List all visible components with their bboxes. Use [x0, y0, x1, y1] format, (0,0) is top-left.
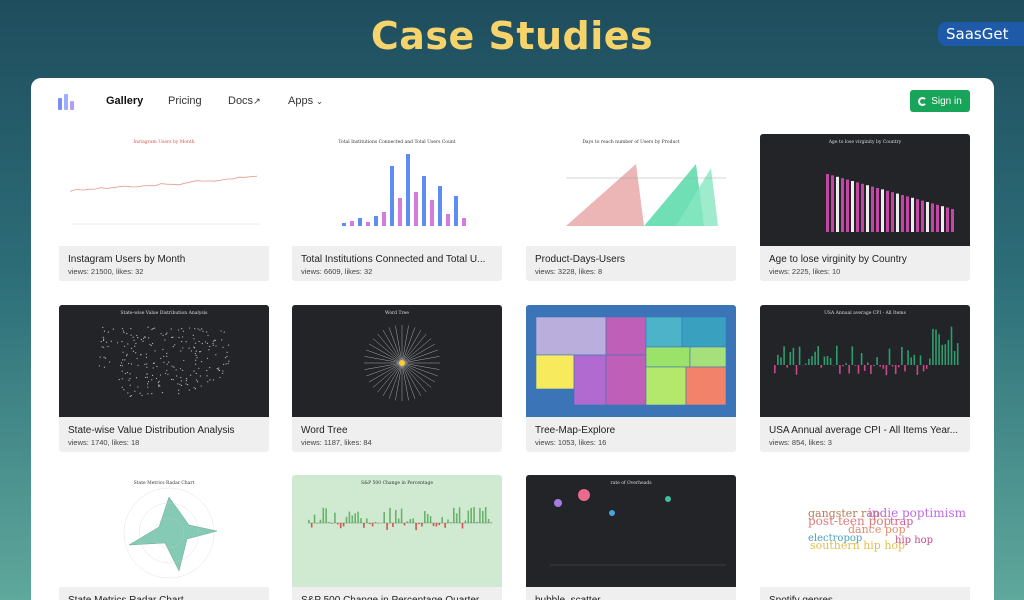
gallery-card[interactable]: Word Tree Word Tree views: 1187, likes: 84: [292, 305, 502, 452]
signin-button[interactable]: Sign in: [910, 90, 970, 112]
card-thumbnail: Word Tree: [292, 305, 502, 417]
svg-text:Total Institutions Connected a: Total Institutions Connected and Total U…: [338, 139, 455, 145]
card-title: State Metrics Radar Chart: [68, 595, 260, 600]
card-title: Instagram Users by Month: [68, 254, 186, 265]
card-thumbnail: Days to reach number of Users by Product: [526, 134, 736, 246]
svg-text:State Metrics Radar Chart: State Metrics Radar Chart: [134, 480, 195, 486]
card-title: USA Annual average CPI - All Items Year.…: [769, 425, 958, 436]
card-title: bubble_scatter: [535, 595, 727, 600]
svg-text:S&P 500 Change in Percentage: S&P 500 Change in Percentage: [361, 480, 433, 486]
card-thumbnail: State-wise Value Distribution Analysis: [59, 305, 269, 417]
card-thumbnail: USA Annual average CPI - All Items: [760, 305, 970, 417]
card-title: Spotify genres: [769, 595, 961, 600]
nav-pricing[interactable]: Pricing: [168, 95, 202, 107]
gallery-card[interactable]: Days to reach number of Users by Product…: [526, 134, 736, 281]
card-title: Total Institutions Connected and Total U…: [301, 254, 486, 265]
card-meta: views: 854, likes: 3: [769, 438, 832, 447]
external-link-icon: ↗: [253, 96, 261, 106]
card-thumbnail: Total Institutions Connected and Total U…: [292, 134, 502, 246]
word-cloud-word: hip hop: [895, 535, 933, 546]
card-thumbnail: Age to lose virginity by Country: [760, 134, 970, 246]
card-thumbnail: Instagram Users by Month: [59, 134, 269, 246]
google-icon: [918, 96, 928, 106]
gallery-card[interactable]: S&P 500 Change in Percentage S&P 500 Chan…: [292, 475, 502, 600]
gallery-card[interactable]: gangster rap indie poptimism post-teen pop…: [760, 475, 970, 600]
gallery-card[interactable]: Age to lose virginity by Country Age to l…: [760, 134, 970, 281]
gallery-card[interactable]: State-wise Value Distribution Analysis St…: [59, 305, 269, 452]
svg-text:rate of Overheads: rate of Overheads: [610, 480, 652, 486]
card-meta: views: 1053, likes: 16: [535, 438, 607, 447]
card-meta: views: 3228, likes: 8: [535, 267, 603, 276]
gallery-card[interactable]: Instagram Users by Month Instagram Users …: [59, 134, 269, 281]
svg-text:USA Annual average CPI - All I: USA Annual average CPI - All Items: [824, 310, 906, 316]
page-title: Case Studies: [370, 14, 654, 58]
card-thumbnail: rate of Overheads: [526, 475, 736, 587]
top-nav: Gallery Pricing Docs↗ Apps ⌄ Sign in: [31, 90, 994, 114]
chevron-down-icon: ⌄: [316, 97, 323, 106]
svg-text:State-wise Value Distribution: State-wise Value Distribution Analysis: [121, 310, 209, 316]
card-title: State-wise Value Distribution Analysis: [68, 425, 235, 436]
signin-label: Sign in: [931, 95, 962, 107]
nav-apps[interactable]: Apps ⌄: [288, 95, 323, 107]
gallery-card[interactable]: USA Annual average CPI - All Items USA An…: [760, 305, 970, 452]
card-title: Age to lose virginity by Country: [769, 254, 907, 265]
gallery-panel: Gallery Pricing Docs↗ Apps ⌄ Sign in Ins…: [31, 78, 994, 600]
nav-docs-label: Docs: [228, 95, 254, 107]
gallery-card[interactable]: State Metrics Radar Chart State Metrics R…: [59, 475, 269, 600]
card-title: Tree-Map-Explore: [535, 425, 616, 436]
svg-text:Days to reach number of Users: Days to reach number of Users by Product: [582, 139, 680, 145]
svg-text:Word Tree: Word Tree: [385, 310, 409, 316]
svg-text:Age to lose virginity by Count: Age to lose virginity by Country: [828, 139, 902, 145]
card-title: S&P 500 Change in Percentage Quarter: [301, 595, 493, 600]
nav-docs[interactable]: Docs↗: [228, 95, 261, 107]
card-thumbnail: S&P 500 Change in Percentage: [292, 475, 502, 587]
gallery-card[interactable]: Tree-Map-Explore views: 1053, likes: 16: [526, 305, 736, 452]
card-meta: views: 2225, likes: 10: [769, 267, 841, 276]
brand-badge[interactable]: SaasGet: [938, 22, 1024, 46]
card-meta: views: 1187, likes: 84: [301, 438, 372, 447]
card-title: Product-Days-Users: [535, 254, 626, 265]
svg-text:Instagram Users by Month: Instagram Users by Month: [133, 139, 194, 145]
card-meta: views: 1740, likes: 18: [68, 438, 140, 447]
app-logo-icon[interactable]: [58, 94, 76, 110]
word-cloud-word: southern hip hop: [810, 539, 905, 552]
card-meta: views: 21500, likes: 32: [68, 267, 144, 276]
card-thumbnail: State Metrics Radar Chart: [59, 475, 269, 587]
nav-gallery[interactable]: Gallery: [106, 95, 143, 107]
nav-apps-label: Apps: [288, 95, 314, 107]
card-thumbnail: [526, 305, 736, 417]
card-thumbnail: gangster rap indie poptimism post-teen pop…: [760, 475, 970, 587]
gallery-card[interactable]: Total Institutions Connected and Total U…: [292, 134, 502, 281]
card-title: Word Tree: [301, 425, 348, 436]
card-meta: views: 6609, likes: 32: [301, 267, 373, 276]
gallery-card[interactable]: rate of Overheads bubble_scatter: [526, 475, 736, 600]
